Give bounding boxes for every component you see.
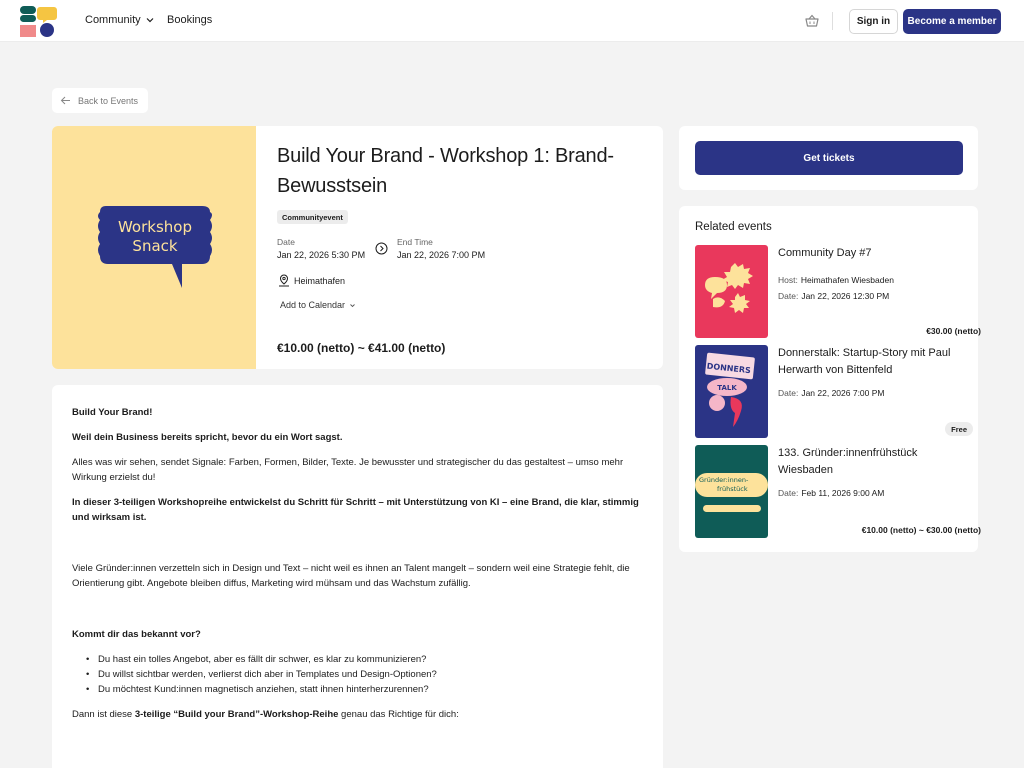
become-member-button[interactable]: Become a member	[903, 9, 1001, 34]
add-to-calendar-label: Add to Calendar	[280, 300, 346, 310]
desc-question: Kommt dir das bekannt vor?	[72, 629, 201, 640]
date-value: Jan 22, 2026 12:30 PM	[801, 291, 890, 301]
category-badge: Communityevent	[277, 210, 348, 224]
date-value: Jan 22, 2026 5:30 PM	[277, 250, 366, 260]
event-image: Workshop Snack	[52, 126, 256, 369]
workshop-snack-speech-bubble: Workshop Snack	[98, 206, 212, 288]
desc-closing: Dann ist diese 3-teilige “Build your Bra…	[72, 707, 643, 722]
image-line2: Snack	[132, 237, 177, 255]
chevron-down-icon	[350, 303, 355, 307]
desc-closing-post: genau das Richtige für dich:	[338, 709, 459, 720]
related-event-3-image: Gründer:innen- frühstück	[695, 445, 768, 538]
brand-logo[interactable]	[20, 6, 58, 38]
date-value: Feb 11, 2026 9:00 AM	[801, 488, 885, 498]
related-event-1-price: €30.00 (netto)	[926, 326, 981, 336]
date-value: Jan 22, 2026 7:00 PM	[801, 388, 885, 398]
related-event-2-name: Donnerstalk: Startup-Story mit Paul Herw…	[778, 347, 951, 376]
end-time-label: End Time	[397, 237, 433, 247]
ticket-card: Get tickets	[679, 126, 978, 190]
related-event-3-date: Date: Feb 11, 2026 9:00 AM	[778, 488, 884, 498]
basket-icon[interactable]	[804, 13, 820, 29]
price-range: €10.00 (netto) ~ €41.00 (netto)	[277, 341, 446, 355]
related-event-1-image	[695, 245, 768, 338]
desc-bullet-list: Du hast ein tolles Angebot, aber es fäll…	[72, 652, 643, 697]
desc-paragraph-2: In dieser 3-teiligen Workshopreihe entwi…	[72, 497, 639, 523]
thumb-text-2: TALK	[717, 384, 737, 392]
related-event-2-date: Date: Jan 22, 2026 7:00 PM	[778, 388, 885, 398]
end-time-value: Jan 22, 2026 7:00 PM	[397, 250, 486, 260]
arrow-right-circle-icon	[375, 242, 388, 255]
nav-community[interactable]: Community	[85, 14, 155, 26]
donnerstalk-illustration: DONNERS TALK	[695, 345, 768, 438]
back-to-events-button[interactable]: Back to Events	[52, 88, 148, 113]
list-item: Du willst sichtbar werden, verlierst dic…	[86, 667, 643, 682]
event-description: Build Your Brand! Weil dein Business ber…	[52, 385, 663, 768]
header-divider	[832, 12, 833, 30]
date-label: Date:	[778, 291, 799, 301]
related-event-1-date: Date: Jan 22, 2026 12:30 PM	[778, 291, 889, 301]
related-event-3[interactable]: Gründer:innen- frühstück 133. Gründer:in…	[695, 445, 981, 538]
host-label: Host:	[778, 275, 798, 285]
thumb-text-1: Gründer:innen-	[699, 476, 749, 484]
chevron-down-icon	[146, 18, 154, 23]
related-event-1[interactable]: Community Day #7 Host: Heimathafen Wiesba…	[695, 245, 981, 338]
arrow-left-icon	[60, 96, 70, 105]
nav-bookings[interactable]: Bookings	[167, 14, 212, 26]
date-label: Date	[277, 237, 295, 247]
sign-in-button[interactable]: Sign in	[849, 9, 898, 34]
related-event-2-image: DONNERS TALK	[695, 345, 768, 438]
desc-paragraph-1: Alles was wir sehen, sendet Signale: Far…	[72, 457, 624, 483]
list-item: Du hast ein tolles Angebot, aber es fäll…	[86, 652, 643, 667]
related-event-2-free-badge: Free	[945, 422, 973, 436]
top-header: Community Bookings Sign in Become a memb…	[0, 0, 1024, 42]
gruenderfruehstueck-illustration: Gründer:innen- frühstück	[695, 445, 768, 538]
related-events-title: Related events	[695, 221, 772, 233]
get-tickets-button[interactable]: Get tickets	[695, 141, 963, 175]
related-event-3-price: €10.00 (netto) ~ €30.00 (netto)	[861, 525, 981, 535]
speech-bubbles-illustration	[695, 245, 768, 338]
desc-closing-pre: Dann ist diese	[72, 709, 135, 720]
desc-tagline: Weil dein Business bereits spricht, bevo…	[72, 432, 343, 443]
related-event-3-name: 133. Gründer:innenfrühstück Wiesbaden	[778, 447, 918, 476]
image-line1: Workshop	[118, 218, 192, 236]
event-header-card: Workshop Snack Build Your Brand - Worksh…	[52, 126, 663, 369]
list-item: Du möchtest Kund:innen magnetisch anzieh…	[86, 682, 643, 697]
add-to-calendar-dropdown[interactable]: Add to Calendar	[280, 300, 356, 310]
related-event-1-host: Host: Heimathafen Wiesbaden	[778, 275, 894, 285]
related-event-2[interactable]: DONNERS TALK Donnerstalk: Startup-Story …	[695, 345, 973, 438]
date-label: Date:	[778, 388, 799, 398]
desc-closing-bold: 3-teilige “Build your Brand”-Workshop-Re…	[134, 709, 339, 720]
location-text: Heimathafen	[294, 276, 346, 286]
host-value: Heimathafen Wiesbaden	[800, 275, 894, 285]
desc-heading: Build Your Brand!	[72, 407, 153, 418]
back-label: Back to Events	[78, 95, 139, 106]
event-title: Build Your Brand - Workshop 1: Brand-Bew…	[277, 145, 614, 197]
related-event-1-name: Community Day #7	[778, 247, 872, 259]
date-label: Date:	[778, 488, 799, 498]
nav-community-label: Community	[85, 14, 141, 26]
nav-bookings-label: Bookings	[167, 14, 213, 26]
location-pin-icon	[279, 274, 289, 287]
thumb-text-2: frühstück	[717, 485, 748, 493]
desc-paragraph-3: Viele Gründer:innen verzetteln sich in D…	[72, 563, 630, 589]
related-events-card: Related events Community Day #7 Host: Hei…	[679, 206, 981, 552]
